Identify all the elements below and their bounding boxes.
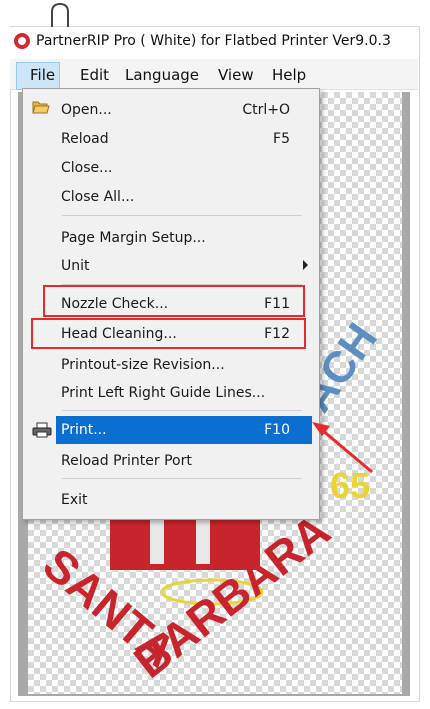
annotation-arrow-line (321, 428, 373, 474)
annotation-arrow (312, 422, 373, 474)
